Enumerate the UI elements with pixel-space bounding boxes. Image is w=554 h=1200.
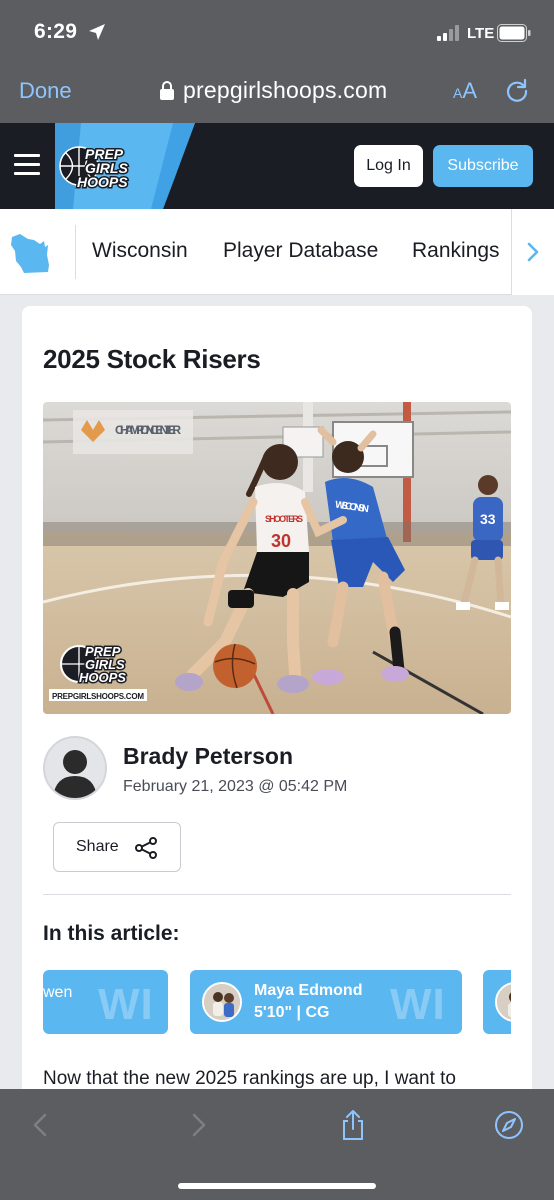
logo-text-3: HOOPS: [77, 174, 128, 190]
section-nav: Wisconsin Player Database Rankings: [0, 209, 554, 295]
chevron-right-icon: [527, 242, 539, 262]
hero-jersey-team-text: SHOOTERS: [265, 514, 303, 524]
compass-icon[interactable]: [494, 1109, 524, 1141]
share-icon: [135, 837, 157, 859]
person-silhouette-icon: [53, 750, 97, 798]
nav-item-rankings[interactable]: Rankings: [412, 239, 500, 263]
site-logo[interactable]: PREP GIRLS HOOPS: [55, 123, 195, 209]
article-card: 2025 Stock Risers CHAMPION CENTER 33 WIS…: [22, 306, 532, 1106]
author-name[interactable]: Brady Peterson: [123, 743, 293, 770]
site-header: PREP GIRLS HOOPS Log In Subscribe: [0, 123, 554, 209]
share-sheet-icon[interactable]: [338, 1109, 368, 1141]
lock-icon: [160, 81, 174, 100]
back-icon[interactable]: [26, 1109, 56, 1141]
nav-item-player-database[interactable]: Player Database: [223, 239, 378, 263]
browser-url-bar: Done prepgirlshoops.com AA: [0, 62, 554, 123]
login-button[interactable]: Log In: [354, 145, 423, 187]
in-this-article-heading: In this article:: [43, 922, 180, 945]
article-body-text: Now that the new 2025 rankings are up, I…: [43, 1068, 456, 1089]
done-button[interactable]: Done: [19, 78, 72, 104]
home-indicator: [178, 1183, 376, 1189]
nav-item-wisconsin[interactable]: Wisconsin: [92, 239, 188, 263]
nav-scroll-right-button[interactable]: [511, 209, 554, 295]
url-address[interactable]: prepgirlshoops.com: [183, 77, 387, 104]
subscribe-button[interactable]: Subscribe: [433, 145, 533, 187]
status-time: 6:29: [34, 20, 78, 43]
player-name: wen: [43, 984, 73, 1001]
menu-icon[interactable]: [14, 154, 40, 176]
status-bar: 6:29 LTE: [0, 0, 554, 62]
hero-banner-text: CHAMPION CENTER: [115, 423, 181, 437]
player-name: Maya Edmond: [254, 982, 363, 999]
divider: [43, 894, 511, 895]
player-info: 5'10" | CG: [254, 1004, 330, 1021]
network-label: LTE: [467, 25, 495, 42]
article-title: 2025 Stock Risers: [43, 344, 261, 374]
signal-icon: [437, 25, 459, 41]
player-carousel: wen WI Maya Edmond 5'10" | CG WI: [43, 970, 511, 1034]
nav-divider: [75, 225, 76, 279]
share-label: Share: [76, 838, 119, 855]
article-hero-image: CHAMPION CENTER 33 WISCONSIN SHOOTERS 30…: [43, 402, 511, 714]
share-button[interactable]: Share: [53, 822, 181, 872]
player-card-next[interactable]: [483, 970, 511, 1034]
hero-jersey-33: 33: [480, 511, 496, 527]
player-photo: [204, 984, 240, 1020]
player-photo: [497, 984, 511, 1020]
watermark-text-3: HOOPS: [79, 670, 126, 685]
text-size-small-label: A: [453, 85, 463, 101]
player-card-maya-edmond[interactable]: Maya Edmond 5'10" | CG WI: [190, 970, 462, 1034]
text-size-button[interactable]: AA: [453, 78, 477, 104]
forward-icon[interactable]: [183, 1109, 213, 1141]
player-card[interactable]: wen WI: [43, 970, 168, 1034]
player-avatar: [202, 982, 242, 1022]
hero-jersey-30: 30: [271, 531, 291, 551]
battery-icon: [497, 24, 531, 42]
publish-date: February 21, 2023 @ 05:42 PM: [123, 778, 348, 795]
author-avatar[interactable]: [43, 736, 107, 800]
text-size-large-label: A: [462, 78, 478, 103]
reload-icon[interactable]: [504, 78, 530, 104]
location-arrow-icon: [89, 24, 105, 40]
player-avatar: [495, 982, 511, 1022]
watermark-url: PREPGIRLSHOOPS.COM: [52, 692, 144, 701]
wisconsin-state-icon[interactable]: [10, 231, 52, 275]
player-state-watermark: WI: [98, 980, 154, 1029]
player-state-watermark: WI: [390, 980, 446, 1029]
